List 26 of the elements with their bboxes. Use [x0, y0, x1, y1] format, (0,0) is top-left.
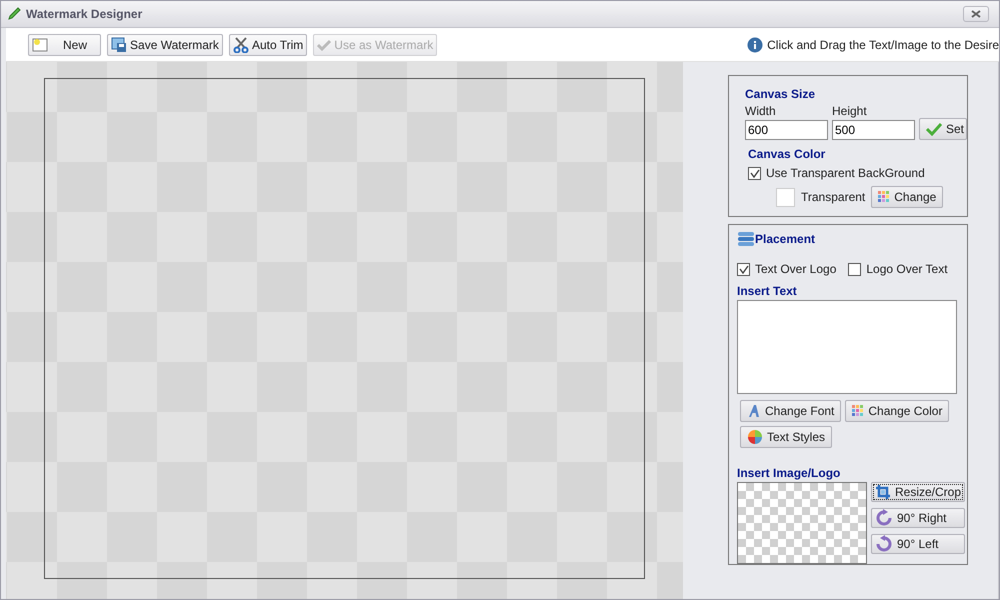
- text-button[interactable]: Change Font: [740, 400, 842, 422]
- height-field[interactable]: 500: [832, 120, 915, 140]
- image-button[interactable]: 90° Left: [871, 534, 965, 554]
- section-title: Insert Image/Logo: [736, 465, 842, 482]
- section-title: Canvas Size: [744, 86, 816, 103]
- image-button[interactable]: 90° Right: [871, 508, 965, 528]
- window-title: Watermark Designer: [26, 7, 144, 21]
- field-label: Height: [832, 104, 868, 118]
- set-button[interactable]: Set: [919, 118, 967, 140]
- swatch-label: Transparent: [801, 190, 866, 204]
- toolbar-button[interactable]: New: [28, 34, 102, 56]
- toolbar-button[interactable]: Save Watermark: [107, 34, 223, 56]
- text-button[interactable]: Text Styles: [740, 426, 832, 448]
- section-title: Placement: [755, 232, 816, 246]
- toolbar-button[interactable]: Auto Trim: [228, 34, 308, 56]
- checkbox-label[interactable]: Text Over Logo: [755, 262, 836, 276]
- change-button[interactable]: Change: [871, 186, 944, 208]
- section-title: Canvas Color: [747, 146, 826, 163]
- image-button[interactable]: Resize/Crop: [871, 482, 965, 502]
- field-label: Width: [745, 104, 777, 118]
- hint-text: Click and Drag the Text/Image to the Desire: [767, 38, 999, 52]
- text-button[interactable]: Change Color: [845, 400, 950, 422]
- section-title: Insert Text: [736, 283, 798, 300]
- checkbox-label[interactable]: Use Transparent BackGround: [766, 166, 925, 180]
- width-field[interactable]: 600: [745, 120, 828, 140]
- checkbox-label[interactable]: Logo Over Text: [866, 262, 948, 276]
